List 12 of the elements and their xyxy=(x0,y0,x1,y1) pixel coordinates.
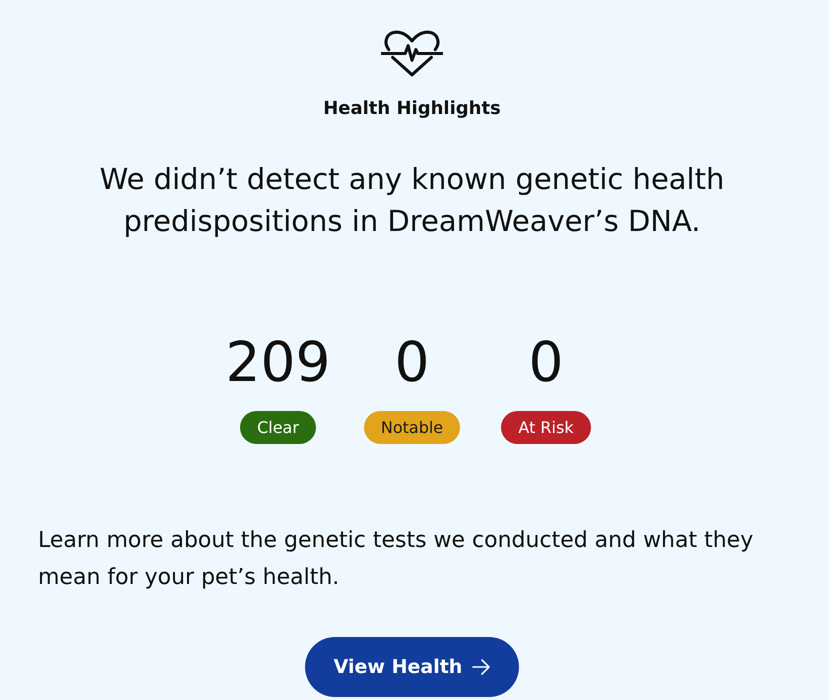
learn-more-text: Learn more about the genetic tests we conducted and what they mean for your pet’s health. xyxy=(38,527,754,592)
result-count: 0 xyxy=(394,332,430,392)
result-count: 209 xyxy=(226,332,330,392)
result-count: 0 xyxy=(528,332,564,392)
arrow-right-icon xyxy=(472,659,490,675)
status-badge: At Risk xyxy=(501,411,591,444)
summary-text: We didn’t detect any known genetic health predispositions in DreamWeaver’s DNA. xyxy=(98,161,726,240)
view-health-button[interactable]: View Health xyxy=(305,637,519,697)
status-badge: Clear xyxy=(240,411,316,444)
section-title: Health Highlights xyxy=(323,97,501,121)
heartbeat-icon xyxy=(381,30,443,77)
status-badge: Notable xyxy=(364,411,460,444)
